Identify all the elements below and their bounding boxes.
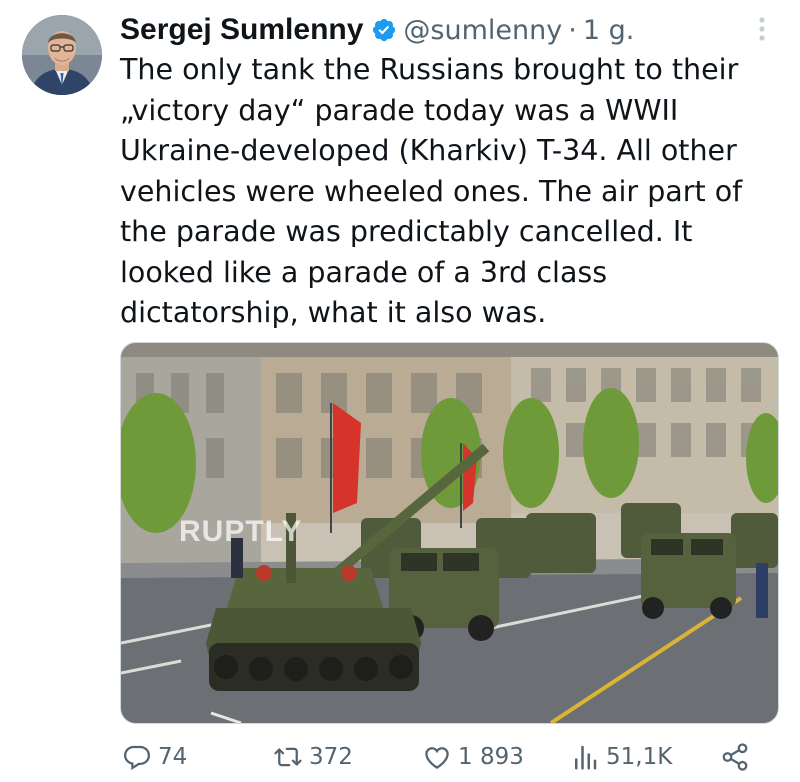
retweet-count: 372: [309, 744, 353, 770]
reply-count: 74: [158, 744, 188, 770]
like-button[interactable]: 1 893: [422, 742, 524, 772]
tweet-text: The only tank the Russians brought to th…: [120, 53, 743, 329]
more-options-icon[interactable]: [752, 14, 772, 44]
separator-dot: ·: [568, 14, 577, 46]
avatar-image: [22, 15, 102, 95]
views-icon: [575, 745, 597, 770]
author-avatar[interactable]: [22, 15, 102, 95]
like-icon: [425, 747, 449, 769]
reply-button[interactable]: 74: [122, 742, 187, 772]
tweet-header: Sergej Sumlenny @sumlenny · 1 g.: [120, 12, 634, 48]
reply-icon: [123, 745, 151, 771]
views-button[interactable]: 51,1K: [570, 742, 672, 772]
media-watermark: RUPTLY: [179, 515, 303, 548]
tweet-action-bar: 74 372 1 893 51,1K: [0, 736, 800, 782]
share-icon: [722, 743, 748, 771]
author-name[interactable]: Sergej Sumlenny: [120, 13, 363, 47]
like-count: 1 893: [458, 744, 524, 770]
retweet-icon: [274, 747, 302, 767]
share-button[interactable]: [720, 742, 756, 772]
verified-badge-icon: [373, 18, 396, 42]
retweet-button[interactable]: 372: [273, 742, 353, 772]
author-handle[interactable]: @sumlenny: [403, 15, 562, 46]
views-count: 51,1K: [606, 744, 673, 770]
tweet-timestamp[interactable]: 1 g.: [583, 15, 634, 46]
tweet-media[interactable]: RUPTLY: [120, 342, 779, 724]
